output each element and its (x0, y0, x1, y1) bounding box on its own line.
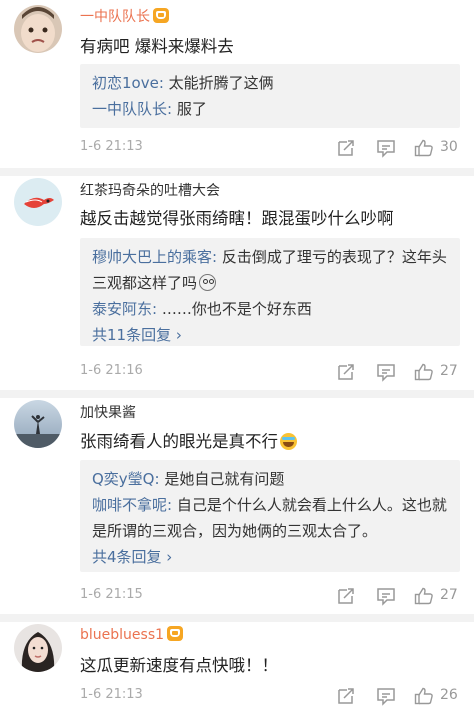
share-icon[interactable] (336, 138, 356, 158)
divider (0, 390, 474, 398)
laughing-tears-icon (280, 433, 297, 450)
username[interactable]: 加快果酱 (80, 402, 136, 422)
reply-item: 泰安阿东: ……你也不是个好东西 (92, 296, 450, 322)
dizzy-face-icon (199, 274, 217, 291)
vip-crown-icon (167, 626, 184, 641)
like-count: 26 (440, 687, 458, 703)
comment-icon[interactable] (376, 586, 396, 606)
vip-crown-icon (153, 8, 169, 23)
reply-box[interactable]: 穆帅大巴上的乘客: 反击倒成了理亏的表现了？这年头三观都这样了吗 泰安阿东: …… (80, 238, 460, 346)
reply-text: 是她自己就有问题 (159, 470, 285, 488)
comment-meta: 1-6 21:15 27 (80, 584, 460, 608)
avatar[interactable] (14, 178, 62, 226)
reply-username[interactable]: 穆帅大巴上的乘客: (92, 248, 217, 266)
comment-meta: 1-6 21:16 27 (80, 360, 460, 384)
thumbs-up-icon[interactable] (414, 138, 434, 158)
divider (0, 168, 474, 176)
username[interactable]: 红茶玛奇朵的吐槽大会 (80, 180, 220, 200)
thumbs-up-icon[interactable] (414, 686, 434, 706)
avatar[interactable] (14, 624, 62, 672)
comment-text-content: 张雨绮看人的眼光是真不行 (80, 432, 278, 451)
like-count: 30 (440, 139, 458, 155)
timestamp: 1-6 21:13 (80, 687, 143, 702)
timestamp: 1-6 21:15 (80, 587, 143, 602)
reply-box[interactable]: Q奕y瑩Q: 是她自己就有问题 咖啡不拿呢: 自己是个什么人就会看上什么人。这也… (80, 460, 460, 572)
avatar[interactable] (14, 400, 62, 448)
username[interactable]: bluebluess1 (80, 626, 184, 643)
reply-username[interactable]: 咖啡不拿呢: (92, 496, 172, 514)
share-icon[interactable] (336, 586, 356, 606)
reply-username[interactable]: 泰安阿东: (92, 300, 157, 318)
username[interactable]: 一中队队长 (80, 6, 169, 26)
comment-text: 有病吧 爆料来爆料去 (80, 37, 234, 56)
reply-username[interactable]: 一中队队长: (92, 100, 172, 118)
reply-item: 一中队队长: 服了 (92, 96, 450, 122)
reply-text: 太能折腾了这俩 (163, 74, 274, 92)
reply-item: 咖啡不拿呢: 自己是个什么人就会看上什么人。这也就是所谓的三观合，因为她俩的三观… (92, 492, 450, 544)
reply-text: 服了 (172, 100, 207, 118)
like-count: 27 (440, 363, 458, 379)
more-replies-link[interactable]: 共4条回复 › (92, 544, 450, 570)
comment-text: 越反击越觉得张雨绮瞎！跟混蛋吵什么吵啊 (80, 209, 394, 228)
like-count: 27 (440, 587, 458, 603)
thumbs-up-icon[interactable] (414, 586, 434, 606)
comment-meta: 1-6 21:13 30 (80, 136, 460, 160)
comment-icon[interactable] (376, 138, 396, 158)
comment-icon[interactable] (376, 686, 396, 706)
reply-username[interactable]: 初恋1ove: (92, 74, 164, 92)
more-replies-link[interactable]: 共11条回复 › (92, 322, 450, 348)
reply-box[interactable]: 初恋1ove: 太能折腾了这俩 一中队队长: 服了 (80, 64, 460, 128)
username-text[interactable]: 一中队队长 (80, 9, 150, 25)
reply-item: 初恋1ove: 太能折腾了这俩 (92, 70, 450, 96)
reply-item: 穆帅大巴上的乘客: 反击倒成了理亏的表现了？这年头三观都这样了吗 (92, 244, 450, 296)
share-icon[interactable] (336, 362, 356, 382)
reply-username[interactable]: Q奕y瑩Q: (92, 470, 160, 488)
reply-text: ……你也不是个好东西 (157, 300, 312, 318)
comment-icon[interactable] (376, 362, 396, 382)
timestamp: 1-6 21:16 (80, 363, 143, 378)
comment-text: 张雨绮看人的眼光是真不行 (80, 428, 297, 452)
username-text[interactable]: bluebluess1 (80, 627, 164, 643)
timestamp: 1-6 21:13 (80, 139, 143, 154)
reply-item: Q奕y瑩Q: 是她自己就有问题 (92, 466, 450, 492)
comment-text: 这瓜更新速度有点快哦！！ (80, 656, 278, 675)
thumbs-up-icon[interactable] (414, 362, 434, 382)
divider (0, 614, 474, 622)
avatar[interactable] (14, 5, 62, 53)
share-icon[interactable] (336, 686, 356, 706)
comment-meta: 1-6 21:13 26 (80, 684, 460, 708)
